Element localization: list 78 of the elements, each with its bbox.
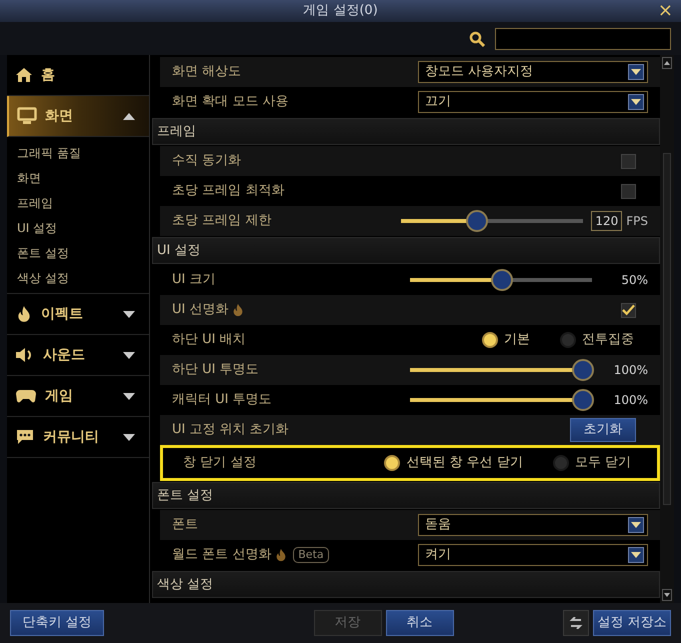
radio-icon bbox=[552, 455, 569, 471]
radio-icon bbox=[560, 332, 576, 348]
caret-icon bbox=[123, 112, 135, 120]
slider-thumb[interactable] bbox=[572, 389, 594, 411]
undo-button[interactable] bbox=[563, 610, 589, 636]
dropdown[interactable]: 끄기 bbox=[418, 91, 648, 113]
section-header: 색상 설정 bbox=[152, 571, 660, 598]
setting-label: 수직 동기화 bbox=[172, 152, 242, 170]
sidebar-subitem[interactable]: UI 설정 bbox=[7, 215, 149, 240]
up-arrow-icon bbox=[664, 61, 670, 65]
sidebar-subitem[interactable]: 프레임 bbox=[7, 190, 149, 215]
sidebar-item[interactable]: 게임 bbox=[7, 376, 149, 417]
close-button[interactable]: × bbox=[658, 1, 673, 21]
setting-label: 창 닫기 설정 bbox=[183, 454, 256, 472]
sidebar-item[interactable]: 사운드 bbox=[7, 335, 149, 376]
sidebar-subitem[interactable]: 색상 설정 bbox=[7, 265, 149, 290]
caret-icon bbox=[123, 352, 135, 358]
checkbox[interactable] bbox=[621, 184, 636, 198]
sidebar-item[interactable]: 커뮤니티 bbox=[7, 417, 149, 458]
setting-label: 월드 폰트 선명화 bbox=[172, 546, 272, 564]
setting-label: 폰트 bbox=[172, 516, 198, 534]
value-label: 50% bbox=[620, 272, 648, 289]
checkbox[interactable] bbox=[621, 154, 636, 168]
caret-icon bbox=[123, 434, 135, 440]
scroll-down-button[interactable] bbox=[662, 589, 672, 601]
section-header: 프레임 bbox=[152, 118, 660, 145]
reset-button[interactable]: 초기화 bbox=[570, 418, 636, 442]
search-icon bbox=[469, 30, 485, 46]
sidebar-subitem[interactable]: 화면 bbox=[7, 165, 149, 190]
radio-option[interactable]: 전투집중 bbox=[560, 330, 634, 350]
section-header: UI 설정 bbox=[152, 237, 660, 264]
setting-label: 화면 해상도 bbox=[172, 63, 242, 82]
settings-storage-button[interactable]: 설정 저장소 bbox=[593, 610, 671, 636]
swap-arrows-icon bbox=[569, 617, 583, 629]
sidebar-item[interactable]: 이펙트 bbox=[7, 294, 149, 335]
unit-label: FPS bbox=[626, 213, 648, 230]
slider-thumb[interactable] bbox=[572, 359, 594, 381]
setting-label: 하단 UI 투명도 bbox=[172, 361, 259, 380]
shortcut-button[interactable]: 단축키 설정 bbox=[10, 610, 104, 636]
radio-option[interactable]: 기본 bbox=[482, 330, 530, 350]
beta-badge: Beta bbox=[293, 547, 329, 563]
setting-label: 초당 프레임 최적화 bbox=[172, 182, 284, 200]
sidebar-subitem[interactable]: 그래픽 품질 bbox=[7, 140, 149, 165]
home-icon bbox=[15, 67, 33, 83]
value-label: 100% bbox=[612, 362, 648, 379]
section-header: 폰트 설정 bbox=[152, 482, 660, 509]
value-box[interactable]: 120 bbox=[591, 211, 622, 231]
radio-icon bbox=[384, 455, 400, 471]
caret-icon bbox=[123, 392, 135, 400]
cancel-button[interactable]: 취소 bbox=[386, 610, 454, 636]
radio-option[interactable]: 선택된 창 우선 닫기 bbox=[384, 453, 523, 473]
setting-label: 하단 UI 배치 bbox=[172, 331, 246, 350]
slider-thumb[interactable] bbox=[491, 269, 513, 291]
dropdown[interactable]: 돋움 bbox=[418, 514, 648, 536]
sidebar-subitem[interactable]: 폰트 설정 bbox=[7, 240, 149, 265]
setting-label: UI 선명화 bbox=[172, 301, 228, 320]
monitor-icon bbox=[17, 107, 37, 125]
setting-label: 초당 프레임 제한 bbox=[172, 212, 272, 230]
caret-icon bbox=[123, 310, 135, 318]
setting-label: UI 고정 위치 초기화 bbox=[172, 421, 289, 440]
down-arrow-icon bbox=[664, 593, 670, 597]
value-label: 100% bbox=[612, 392, 648, 409]
scroll-up-button[interactable] bbox=[662, 57, 672, 69]
radio-icon bbox=[482, 332, 498, 348]
gamepad-icon bbox=[15, 388, 37, 404]
checkbox[interactable] bbox=[621, 302, 636, 318]
chat-icon bbox=[15, 429, 35, 445]
sidebar-item[interactable]: 화면 bbox=[7, 96, 149, 137]
slider-thumb[interactable] bbox=[466, 210, 488, 232]
setting-label: UI 크기 bbox=[172, 271, 216, 290]
scrollbar[interactable] bbox=[660, 55, 674, 603]
setting-label: 화면 확대 모드 사용 bbox=[172, 93, 288, 112]
radio-option[interactable]: 모두 닫기 bbox=[552, 453, 631, 473]
dropdown[interactable]: 켜기 bbox=[418, 544, 648, 566]
search-field[interactable] bbox=[495, 28, 671, 50]
setting-label: 캐릭터 UI 투명도 bbox=[172, 391, 272, 410]
dropdown[interactable]: 창모드 사용자지정 bbox=[418, 61, 648, 83]
window-title: 게임 설정(0) bbox=[303, 2, 378, 20]
